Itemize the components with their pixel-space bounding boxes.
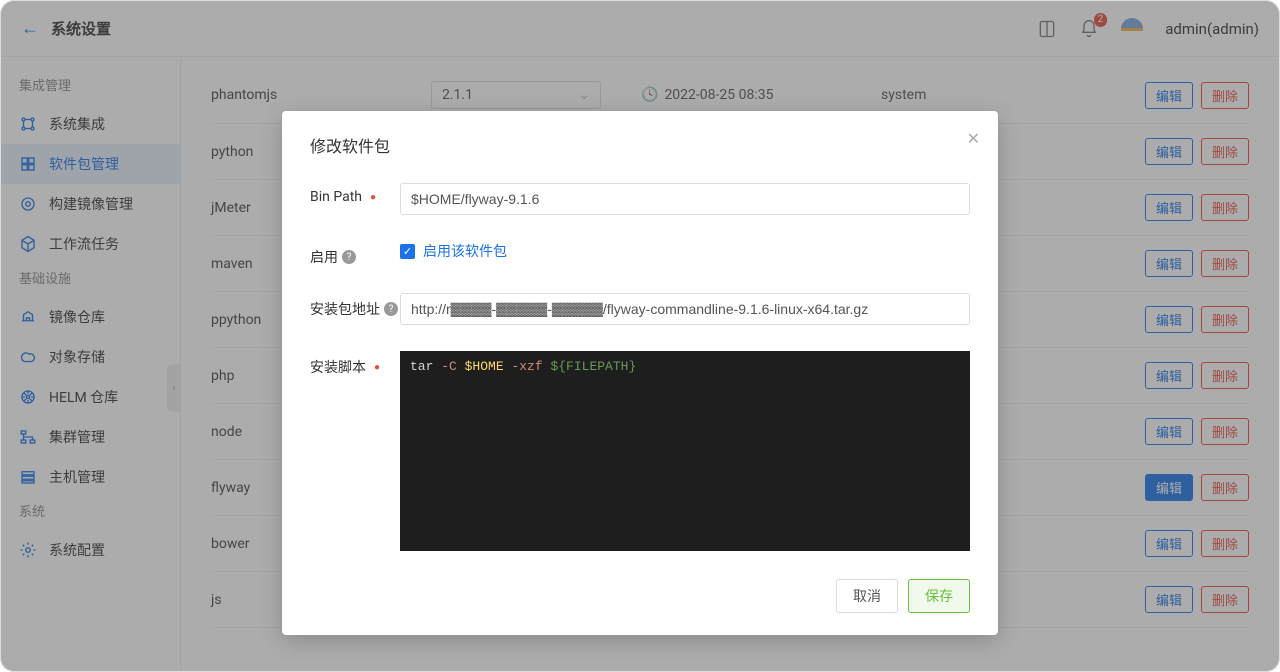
bin-path-input[interactable] bbox=[400, 183, 970, 215]
enable-checkbox-label: 启用该软件包 bbox=[423, 241, 507, 261]
enable-checkbox[interactable]: ✓ 启用该软件包 bbox=[400, 241, 970, 261]
install-script-editor[interactable]: tar -C $HOME -xzf ${FILEPATH} bbox=[400, 351, 970, 551]
edit-package-modal: 修改软件包 ✕ Bin Path● 启用 ? ✓ 启用该软件包 安装包地址 ? … bbox=[282, 111, 998, 635]
label-enable: 启用 ? bbox=[310, 241, 400, 267]
help-icon[interactable]: ? bbox=[342, 250, 356, 264]
save-button[interactable]: 保存 bbox=[908, 579, 970, 613]
cancel-button[interactable]: 取消 bbox=[836, 579, 898, 613]
close-icon[interactable]: ✕ bbox=[967, 129, 980, 148]
label-bin-path: Bin Path● bbox=[310, 183, 400, 205]
help-icon[interactable]: ? bbox=[384, 302, 398, 316]
label-install-script: 安装脚本● bbox=[310, 351, 400, 377]
label-install-url: 安装包地址 ? bbox=[310, 293, 400, 319]
install-url-input[interactable] bbox=[400, 293, 970, 325]
check-icon: ✓ bbox=[400, 244, 415, 259]
modal-title: 修改软件包 bbox=[310, 133, 970, 157]
